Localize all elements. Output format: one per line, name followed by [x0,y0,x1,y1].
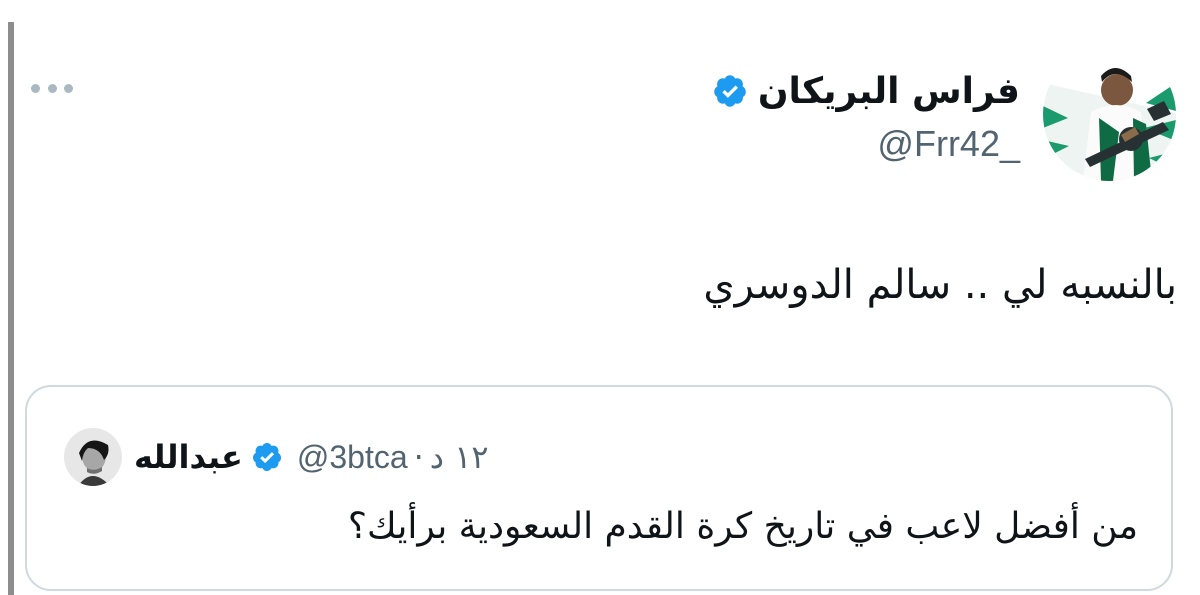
verified-badge-icon [714,75,746,107]
quoted-author-display-name[interactable]: عبدالله [134,438,243,476]
tweet-text: بالنسبه لي .. سالم الدوسري [703,262,1177,308]
quoted-author-avatar[interactable] [64,428,122,486]
more-dot [47,83,57,93]
quoted-time-separator: · [413,438,424,476]
tweet-page: فراس البريكان @Frr42_ بالنسبه لي .. سالم… [0,0,1200,595]
more-dot [64,83,73,93]
author-display-name[interactable]: فراس البريكان [758,71,1020,112]
author-avatar-image [1043,48,1176,181]
quoted-verified-badge-icon [252,443,281,471]
quoted-tweet-card[interactable] [25,385,1173,591]
author-handle[interactable]: @Frr42_ [877,123,1020,165]
more-options-icon[interactable] [31,82,73,94]
thread-rule [8,22,14,595]
quoted-tweet-time[interactable]: ١٢ د [430,438,489,476]
quoted-author-avatar-image [64,428,122,486]
quoted-author-handle[interactable]: @3btca [297,439,408,476]
author-avatar[interactable] [1043,48,1176,181]
quoted-tweet-header: عبدالله @3btca · ١٢ د [134,428,489,486]
more-dot [31,83,40,93]
quoted-tweet-text: من أفضل لاعب في تاريخ كرة القدم السعودية… [347,506,1138,547]
author-header: فراس البريكان [712,64,1020,118]
